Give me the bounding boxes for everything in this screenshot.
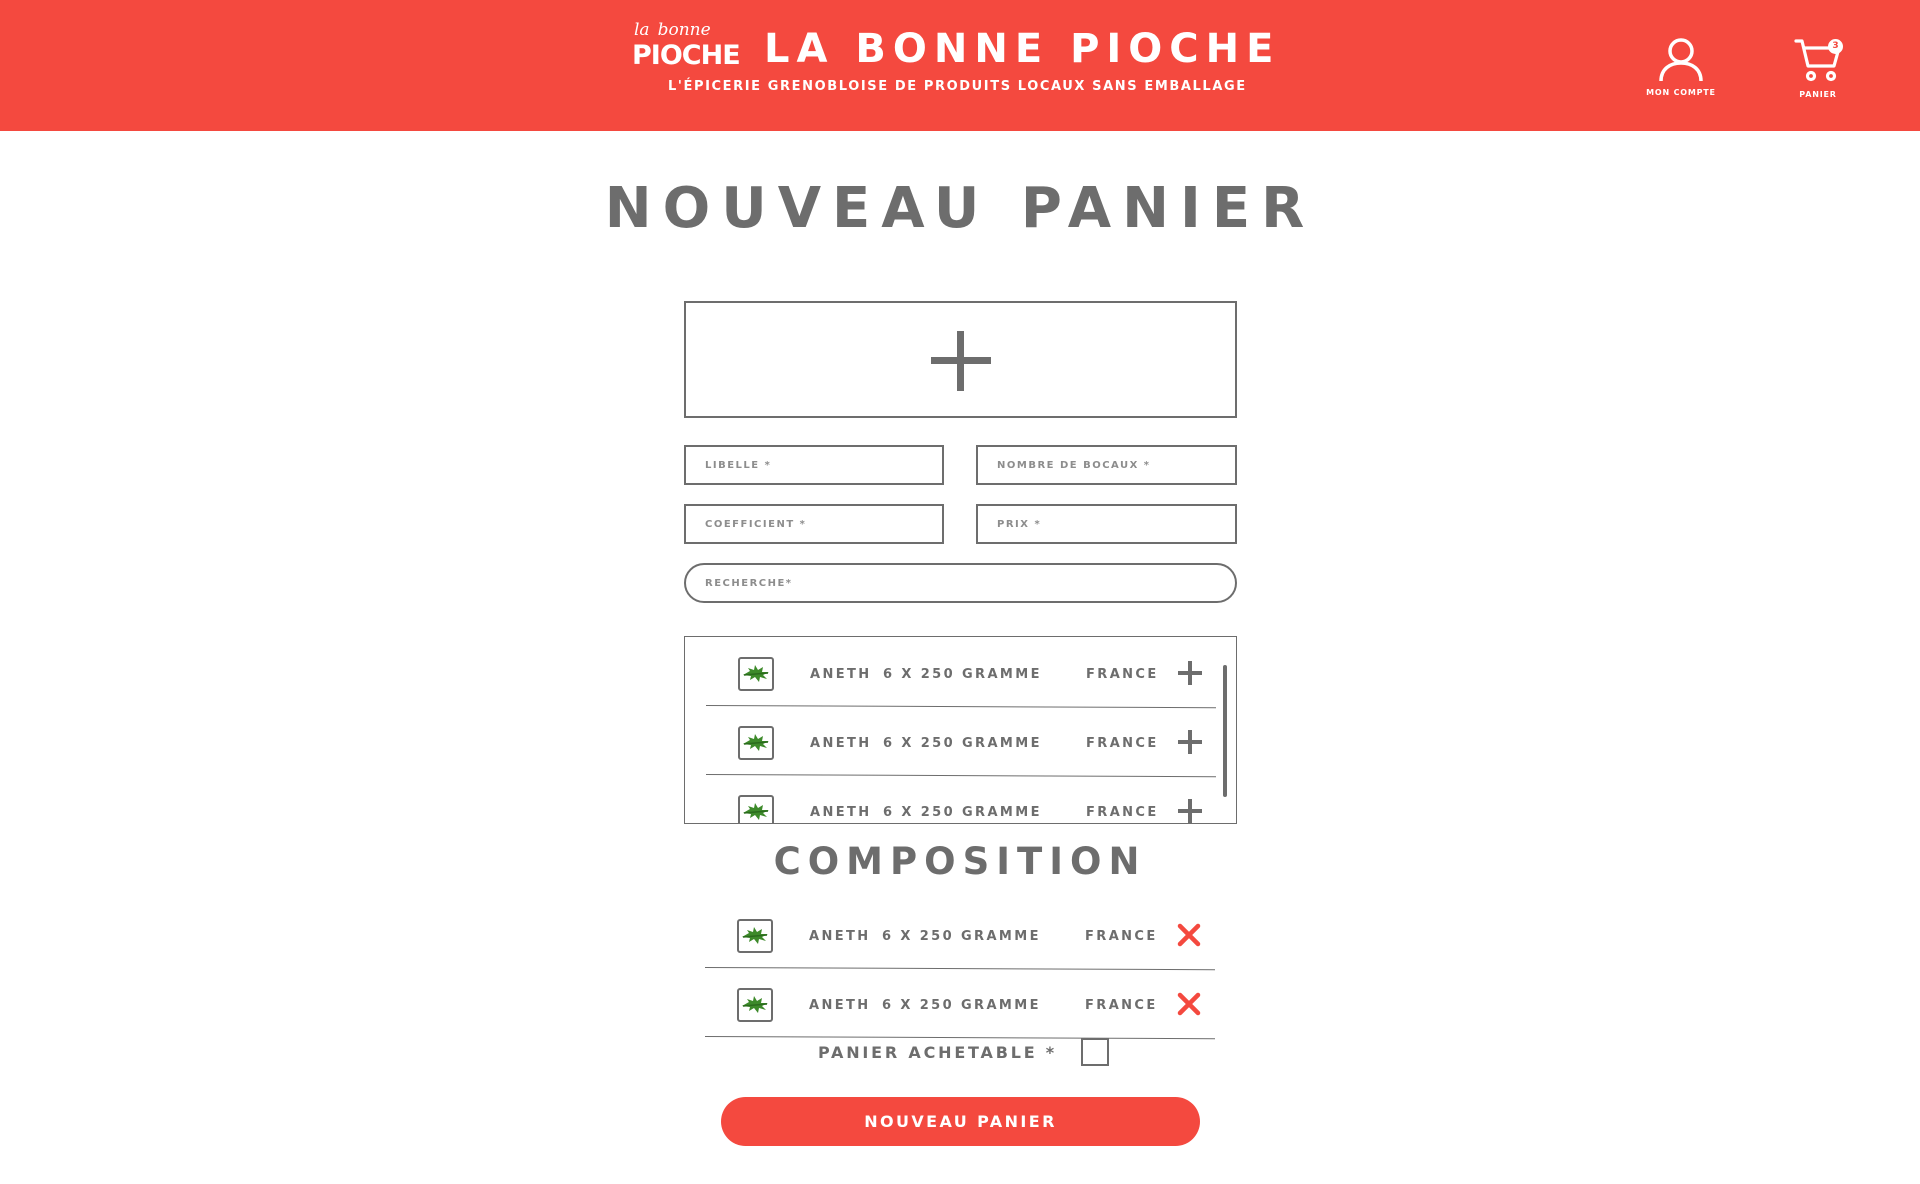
- dill-icon: [738, 795, 774, 823]
- site-header: la bonne PIOCHE LA BONNE PIOCHE L'ÉPICERI…: [0, 0, 1920, 131]
- logo-script-la: la: [634, 20, 650, 40]
- site-title: LA BONNE PIOCHE: [764, 26, 1281, 72]
- product-name: ANETH: [810, 736, 872, 751]
- remove-close-icon[interactable]: [1175, 990, 1203, 1018]
- list-item: ANETH 6 X 250 GRAMME FRANCE: [705, 637, 1216, 709]
- product-origin: FRANCE: [1085, 998, 1158, 1013]
- add-product-plus-icon[interactable]: [1176, 659, 1204, 687]
- scrollbar[interactable]: [1223, 665, 1227, 797]
- product-results-list[interactable]: ANETH 6 X 250 GRAMME FRANCE ANETH 6 X 25…: [684, 636, 1237, 824]
- plus-icon: [931, 331, 991, 391]
- dill-icon: [737, 988, 773, 1022]
- logo-script-bonne: bonne: [657, 20, 711, 40]
- product-quantity: 6 X 250 GRAMME: [882, 998, 1041, 1013]
- cart-count-badge: 3: [1828, 39, 1843, 54]
- product-origin: FRANCE: [1085, 929, 1158, 944]
- product-name: ANETH: [810, 667, 872, 682]
- page-title: NOUVEAU PANIER: [604, 176, 1316, 241]
- coefficient-input[interactable]: [684, 504, 944, 544]
- list-item: ANETH 6 X 250 GRAMME FRANCE: [705, 706, 1216, 778]
- account-button[interactable]: MON COMPTE: [1626, 36, 1736, 106]
- logo-script: la bonne: [634, 20, 711, 40]
- product-origin: FRANCE: [1086, 736, 1159, 751]
- product-origin: FRANCE: [1086, 805, 1159, 820]
- search-input[interactable]: [684, 563, 1237, 603]
- list-item: ANETH 6 X 250 GRAMME FRANCE: [704, 899, 1215, 971]
- list-item: ANETH 6 X 250 GRAMME FRANCE: [706, 775, 1216, 824]
- dill-icon: [737, 919, 773, 953]
- cart-label: PANIER: [1799, 90, 1837, 99]
- site-tagline: L'ÉPICERIE GRENOBLOISE DE PRODUITS LOCAU…: [668, 79, 1247, 94]
- product-quantity: 6 X 250 GRAMME: [882, 929, 1041, 944]
- achetable-label: PANIER ACHETABLE *: [818, 1043, 1057, 1062]
- cart-button[interactable]: 3 PANIER: [1763, 36, 1873, 106]
- prix-input[interactable]: [976, 504, 1237, 544]
- add-product-plus-icon[interactable]: [1176, 797, 1204, 824]
- logo-wordmark: PIOCHE: [632, 40, 741, 71]
- account-label: MON COMPTE: [1646, 88, 1716, 97]
- logo[interactable]: la bonne PIOCHE: [632, 20, 741, 74]
- nouveau-panier-button[interactable]: NOUVEAU PANIER: [721, 1097, 1200, 1146]
- composition-list: ANETH 6 X 250 GRAMME FRANCE ANETH 6 X 25…: [684, 899, 1237, 1040]
- achetable-checkbox[interactable]: [1081, 1038, 1109, 1066]
- add-product-plus-icon[interactable]: [1176, 728, 1204, 756]
- product-origin: FRANCE: [1086, 667, 1159, 682]
- list-item: ANETH 6 X 250 GRAMME FRANCE: [704, 968, 1215, 1040]
- composition-title: COMPOSITION: [773, 840, 1147, 883]
- product-name: ANETH: [810, 805, 872, 820]
- image-upload-button[interactable]: [684, 301, 1237, 418]
- product-name: ANETH: [809, 998, 871, 1013]
- product-quantity: 6 X 250 GRAMME: [883, 736, 1042, 751]
- dill-icon: [738, 726, 774, 760]
- nombre-bocaux-input[interactable]: [976, 445, 1237, 485]
- product-quantity: 6 X 250 GRAMME: [883, 667, 1042, 682]
- product-name: ANETH: [809, 929, 871, 944]
- remove-close-icon[interactable]: [1175, 921, 1203, 949]
- product-quantity: 6 X 250 GRAMME: [883, 805, 1042, 820]
- dill-icon: [738, 657, 774, 691]
- row-divider: [704, 1036, 1215, 1040]
- user-icon: [1659, 38, 1703, 82]
- libelle-input[interactable]: [684, 445, 944, 485]
